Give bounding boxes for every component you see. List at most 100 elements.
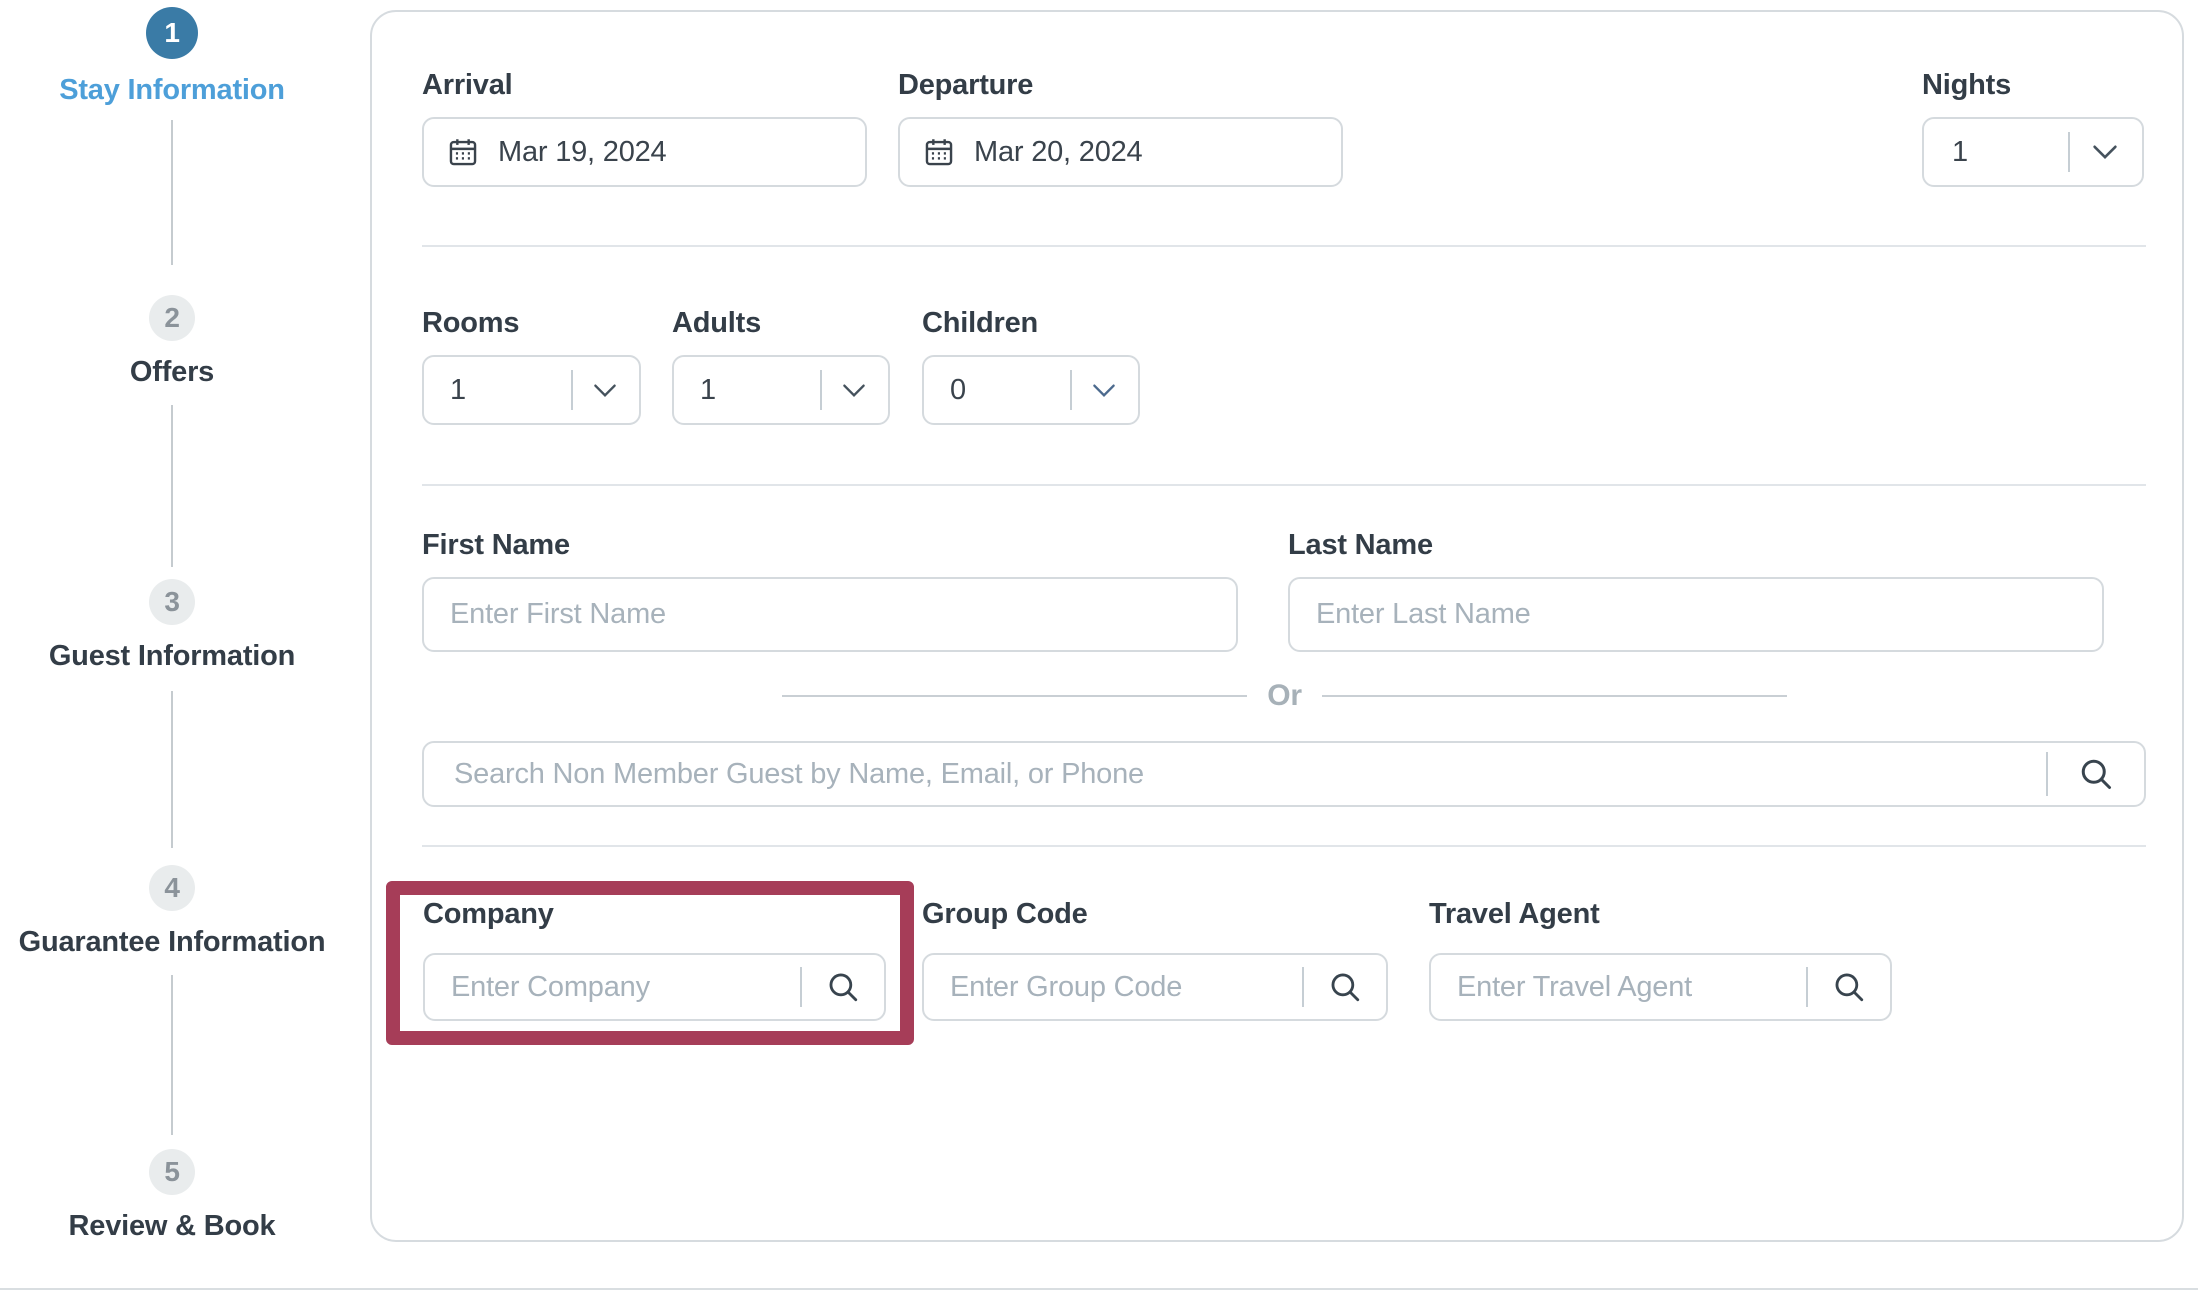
first-name-input[interactable] bbox=[450, 598, 1210, 631]
search-divider bbox=[1302, 967, 1304, 1007]
guest-search-field bbox=[422, 741, 2146, 807]
search-divider bbox=[800, 967, 802, 1007]
select-divider bbox=[571, 370, 573, 410]
step-label: Review & Book bbox=[0, 1210, 344, 1243]
calendar-icon bbox=[922, 135, 956, 169]
step-number-badge: 5 bbox=[149, 1149, 195, 1195]
last-name-label: Last Name bbox=[1288, 528, 2104, 562]
step-number: 2 bbox=[164, 302, 179, 334]
group-code-field bbox=[922, 953, 1388, 1021]
stepper: 1 Stay Information 2 Offers 3 Guest Info… bbox=[0, 0, 344, 1306]
search-icon[interactable] bbox=[826, 970, 860, 1004]
stepper-connector bbox=[171, 405, 173, 567]
search-divider bbox=[2046, 752, 2048, 796]
chevron-down-icon bbox=[2092, 144, 2118, 160]
or-text: Or bbox=[1247, 679, 1322, 713]
first-name-field-group: First Name bbox=[422, 528, 1238, 652]
stepper-connector bbox=[171, 691, 173, 848]
last-name-field-group: Last Name bbox=[1288, 528, 2104, 652]
departure-field-group: Departure Mar 20, 2024 bbox=[898, 68, 1343, 187]
group-code-field-group: Group Code bbox=[922, 897, 1388, 1021]
arrival-field-group: Arrival Mar 19, 2024 bbox=[422, 68, 867, 187]
select-divider bbox=[2068, 132, 2070, 172]
stepper-connector bbox=[171, 120, 173, 265]
or-divider: Or bbox=[782, 678, 1787, 714]
chevron-down-icon bbox=[593, 383, 617, 398]
stepper-step-guest-information[interactable]: 3 Guest Information bbox=[0, 579, 344, 673]
company-label: Company bbox=[423, 897, 886, 931]
stepper-step-guarantee-information[interactable]: 4 Guarantee Information bbox=[0, 865, 344, 959]
adults-select[interactable]: 1 bbox=[672, 355, 890, 425]
arrival-date-field[interactable]: Mar 19, 2024 bbox=[422, 117, 867, 187]
nights-label: Nights bbox=[1922, 68, 2144, 102]
children-value: 0 bbox=[950, 374, 966, 407]
guest-search-input[interactable] bbox=[454, 758, 2046, 791]
stepper-step-stay-information[interactable]: 1 Stay Information bbox=[0, 7, 344, 107]
travel-agent-label: Travel Agent bbox=[1429, 897, 1892, 931]
stepper-step-review-book[interactable]: 5 Review & Book bbox=[0, 1149, 344, 1243]
select-divider bbox=[1070, 370, 1072, 410]
group-code-input[interactable] bbox=[950, 971, 1302, 1004]
or-divider-line bbox=[782, 695, 1247, 697]
first-name-label: First Name bbox=[422, 528, 1238, 562]
section-divider bbox=[422, 845, 2146, 847]
step-number-badge: 4 bbox=[149, 865, 195, 911]
children-field-group: Children 0 bbox=[922, 306, 1140, 425]
rooms-label: Rooms bbox=[422, 306, 641, 340]
step-label: Guest Information bbox=[0, 640, 344, 673]
chevron-down-icon bbox=[842, 383, 866, 398]
travel-agent-input[interactable] bbox=[1457, 971, 1806, 1004]
search-icon[interactable] bbox=[1832, 970, 1866, 1004]
step-label: Guarantee Information bbox=[0, 926, 344, 959]
adults-label: Adults bbox=[672, 306, 890, 340]
section-divider bbox=[422, 245, 2146, 247]
adults-value: 1 bbox=[700, 374, 716, 407]
travel-agent-field-group: Travel Agent bbox=[1429, 897, 1892, 1021]
rooms-field-group: Rooms 1 bbox=[422, 306, 641, 425]
stepper-connector bbox=[171, 975, 173, 1135]
nights-field-group: Nights 1 bbox=[1922, 68, 2144, 187]
company-field bbox=[423, 953, 886, 1021]
step-number: 5 bbox=[164, 1156, 179, 1188]
departure-date-value: Mar 20, 2024 bbox=[974, 136, 1143, 169]
booking-screen: 1 Stay Information 2 Offers 3 Guest Info… bbox=[0, 0, 2198, 1306]
departure-date-field[interactable]: Mar 20, 2024 bbox=[898, 117, 1343, 187]
first-name-field bbox=[422, 577, 1238, 652]
search-icon[interactable] bbox=[1328, 970, 1362, 1004]
step-number: 1 bbox=[164, 17, 179, 49]
last-name-input[interactable] bbox=[1316, 598, 2076, 631]
company-field-group: Company bbox=[423, 897, 886, 1021]
step-number-badge: 3 bbox=[149, 579, 195, 625]
chevron-down-icon bbox=[1092, 383, 1116, 398]
step-number-badge: 1 bbox=[146, 7, 198, 59]
children-label: Children bbox=[922, 306, 1140, 340]
step-number-badge: 2 bbox=[149, 295, 195, 341]
rooms-select[interactable]: 1 bbox=[422, 355, 641, 425]
children-select[interactable]: 0 bbox=[922, 355, 1140, 425]
rooms-value: 1 bbox=[450, 374, 466, 407]
departure-label: Departure bbox=[898, 68, 1343, 102]
nights-select[interactable]: 1 bbox=[1922, 117, 2144, 187]
stay-information-panel: Arrival Mar 19, 2024 Departure bbox=[370, 10, 2184, 1242]
select-divider bbox=[820, 370, 822, 410]
guest-search-group bbox=[422, 741, 2146, 807]
travel-agent-field bbox=[1429, 953, 1892, 1021]
section-divider bbox=[422, 484, 2146, 486]
or-divider-line bbox=[1322, 695, 1787, 697]
calendar-icon bbox=[446, 135, 480, 169]
step-number: 3 bbox=[164, 586, 179, 618]
step-number: 4 bbox=[164, 872, 179, 904]
arrival-date-value: Mar 19, 2024 bbox=[498, 136, 667, 169]
search-divider bbox=[1806, 967, 1808, 1007]
search-icon[interactable] bbox=[2078, 756, 2114, 792]
nights-value: 1 bbox=[1952, 136, 1968, 169]
last-name-field bbox=[1288, 577, 2104, 652]
step-label: Stay Information bbox=[0, 74, 344, 107]
company-input[interactable] bbox=[451, 971, 800, 1004]
step-label: Offers bbox=[0, 356, 344, 389]
stepper-step-offers[interactable]: 2 Offers bbox=[0, 295, 344, 389]
group-code-label: Group Code bbox=[922, 897, 1388, 931]
arrival-label: Arrival bbox=[422, 68, 867, 102]
page-divider bbox=[0, 1288, 2198, 1290]
adults-field-group: Adults 1 bbox=[672, 306, 890, 425]
